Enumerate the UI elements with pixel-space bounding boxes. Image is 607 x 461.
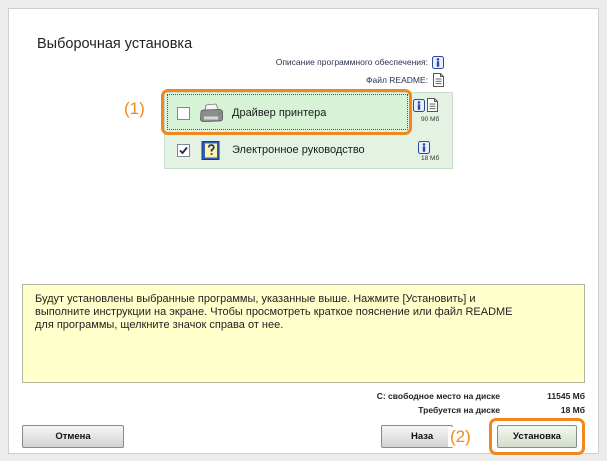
component-size: 90 Мб xyxy=(421,116,440,123)
installer-window: Выборочная установка Описание программно… xyxy=(0,0,607,461)
free-space-label: C: свободное место на диске xyxy=(376,391,500,401)
printer-icon xyxy=(199,103,224,124)
component-name: Драйвер принтера xyxy=(232,107,327,119)
component-name: Электронное руководство xyxy=(232,144,365,156)
legend-description-label: Описание программного обеспечения: xyxy=(275,57,428,67)
info-icon xyxy=(432,56,444,69)
info-note-line: выполните инструкции на экране. Чтобы пр… xyxy=(35,306,513,318)
info-note-line: Будут установлены выбранные программы, у… xyxy=(35,293,476,305)
back-button[interactable]: Наза xyxy=(381,425,453,448)
page-title: Выборочная установка xyxy=(37,36,193,52)
info-note-line: для программы, щелкните значок справа от… xyxy=(35,319,284,331)
legend-readme-label: Файл README: xyxy=(366,75,428,85)
step-1-callout: (1) xyxy=(124,99,145,118)
info-icon[interactable] xyxy=(418,141,430,154)
readme-icon[interactable] xyxy=(427,98,438,112)
step-2-callout: (2) xyxy=(448,427,473,447)
component-size: 18 Мб xyxy=(421,155,440,162)
component-checkbox[interactable] xyxy=(177,107,190,120)
manual-icon xyxy=(199,139,223,161)
readme-icon xyxy=(433,73,444,87)
required-space-value: 18 Мб xyxy=(560,405,585,415)
info-icon[interactable] xyxy=(413,99,425,112)
required-space-label: Требуется на диске xyxy=(418,405,500,415)
free-space-value: 11545 Мб xyxy=(547,391,585,401)
cancel-button[interactable]: Отмена xyxy=(22,425,124,448)
install-button[interactable]: Установка xyxy=(497,425,577,448)
component-checkbox[interactable] xyxy=(177,144,190,157)
info-note: Будут установлены выбранные программы, у… xyxy=(22,284,585,383)
